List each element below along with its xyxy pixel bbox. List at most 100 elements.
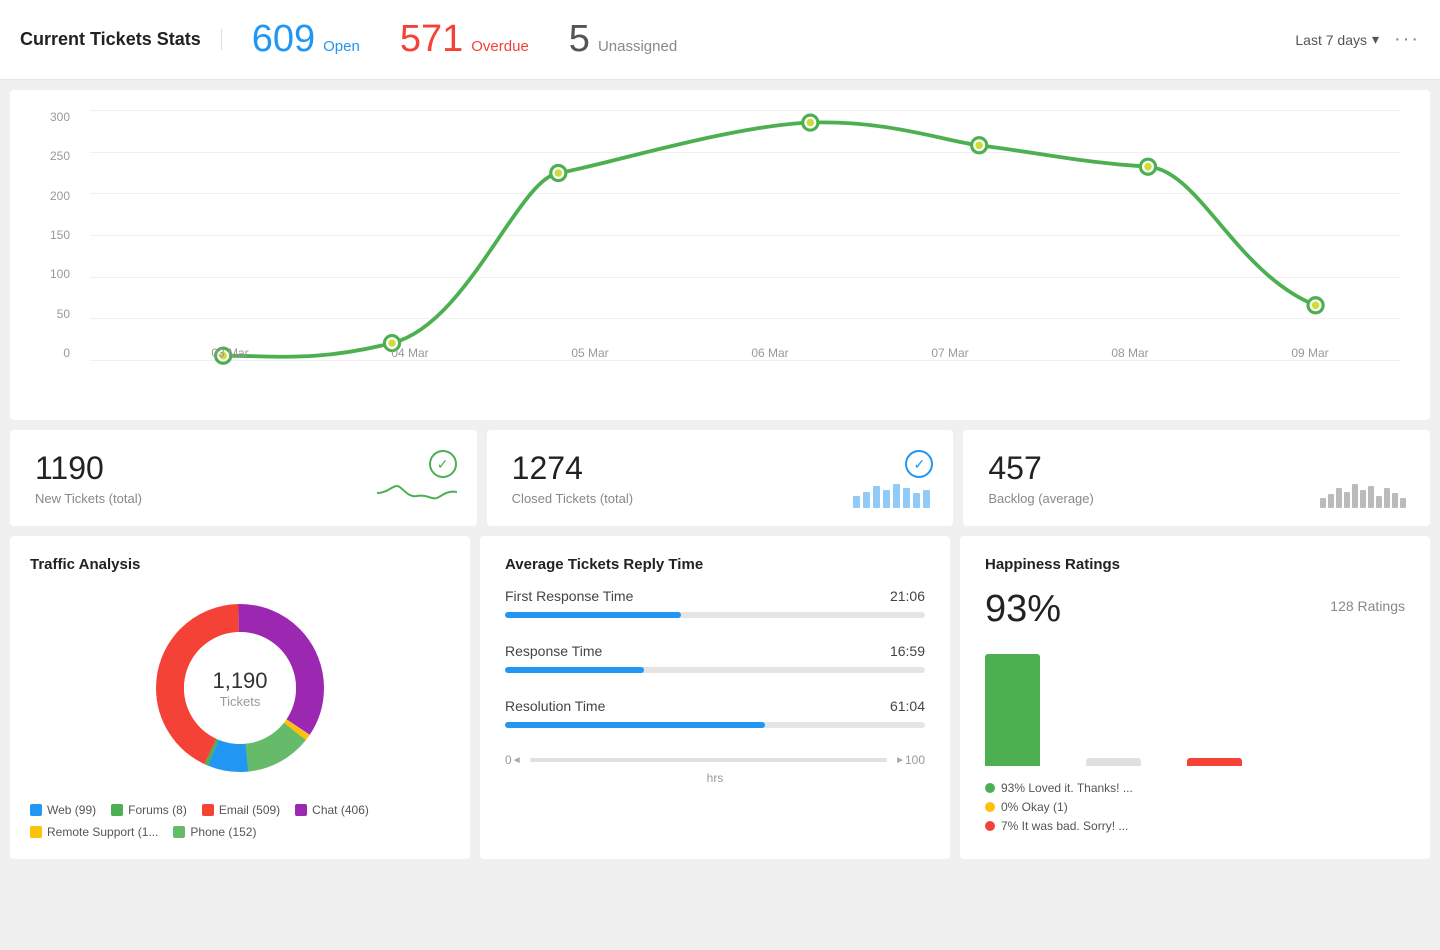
- legend-web: Web (99): [30, 803, 96, 817]
- happiness-legend: 93% Loved it. Thanks! ... 0% Okay (1) 7%…: [985, 781, 1405, 833]
- bars-container: [90, 110, 1400, 360]
- open-count: 609: [252, 18, 315, 61]
- resolution-time-value: 61:04: [890, 698, 925, 714]
- happiness-bars: [985, 646, 1405, 766]
- phone-label: Phone (152): [190, 825, 256, 839]
- x-label-07mar: 07 Mar: [931, 346, 968, 360]
- new-tickets-sparkline: [377, 478, 457, 511]
- x-label-06mar: 06 Mar: [751, 346, 788, 360]
- legend-phone: Phone (152): [173, 825, 256, 839]
- traffic-legend: Web (99) Forums (8) Email (509) Chat (40…: [30, 803, 450, 839]
- chat-label: Chat (406): [312, 803, 369, 817]
- overdue-stat: 571 Overdue: [400, 18, 529, 61]
- response-time-bar-fill: [505, 667, 644, 673]
- x-label-09mar: 09 Mar: [1291, 346, 1328, 360]
- scale-right-arrow-icon: ►: [895, 755, 905, 766]
- y-label-300: 300: [50, 110, 70, 124]
- unassigned-label: Unassigned: [598, 38, 677, 55]
- dashboard: Current Tickets Stats 609 Open 571 Overd…: [0, 0, 1440, 950]
- response-time-value: 16:59: [890, 643, 925, 659]
- first-response-bar-fill: [505, 612, 681, 618]
- happiness-percent: 93%: [985, 588, 1061, 631]
- traffic-title: Traffic Analysis: [30, 556, 450, 573]
- x-label-08mar: 08 Mar: [1111, 346, 1148, 360]
- resolution-time-row: Resolution Time 61:04: [505, 698, 925, 728]
- donut-container: 1,190 Tickets: [30, 588, 450, 788]
- happiness-header: 93% 128 Ratings: [985, 588, 1405, 631]
- x-label-04mar: 04 Mar: [391, 346, 428, 360]
- bad-dot: [985, 821, 995, 831]
- date-range-label: Last 7 days: [1295, 32, 1367, 48]
- response-time-header: Response Time 16:59: [505, 643, 925, 659]
- web-dot: [30, 804, 42, 816]
- y-label-0: 0: [63, 346, 70, 360]
- backlog-chart: [1320, 478, 1410, 511]
- overdue-count: 571: [400, 18, 463, 61]
- chart-area: 300 250 200 150 100 50 0: [40, 110, 1400, 390]
- response-time-bar-bg: [505, 667, 925, 673]
- header: Current Tickets Stats 609 Open 571 Overd…: [0, 0, 1440, 80]
- x-label-03mar: 03 Mar: [211, 346, 248, 360]
- open-label: Open: [323, 38, 360, 55]
- scale-max: 100: [905, 753, 925, 767]
- resolution-time-bar-fill: [505, 722, 765, 728]
- bad-label: 7% It was bad. Sorry! ...: [1001, 819, 1128, 833]
- bottom-row: Traffic Analysis: [10, 536, 1430, 859]
- page-title: Current Tickets Stats: [20, 29, 222, 50]
- y-label-100: 100: [50, 267, 70, 281]
- check-green-icon: ✓: [429, 450, 457, 478]
- first-response-header: First Response Time 21:06: [505, 588, 925, 604]
- okay-dot: [985, 802, 995, 812]
- y-label-200: 200: [50, 189, 70, 203]
- okay-label: 0% Okay (1): [1001, 800, 1068, 814]
- loved-dot: [985, 783, 995, 793]
- y-label-250: 250: [50, 149, 70, 163]
- closed-tickets-card: 1274 Closed Tickets (total) ✓: [487, 430, 954, 526]
- closed-tickets-icon: ✓: [905, 450, 933, 478]
- legend-loved: 93% Loved it. Thanks! ...: [985, 781, 1405, 795]
- first-response-bar-bg: [505, 612, 925, 618]
- x-label-05mar: 05 Mar: [571, 346, 608, 360]
- chart-y-labels: 300 250 200 150 100 50 0: [40, 110, 80, 360]
- new-tickets-card: 1190 New Tickets (total) ✓: [10, 430, 477, 526]
- overdue-label: Overdue: [471, 38, 529, 55]
- happiness-card: Happiness Ratings 93% 128 Ratings 93% Lo…: [960, 536, 1430, 859]
- main-chart-section: 300 250 200 150 100 50 0: [10, 90, 1430, 420]
- reply-time-card: Average Tickets Reply Time First Respons…: [480, 536, 950, 859]
- chart-x-labels: 03 Mar 04 Mar 05 Mar 06 Mar 07 Mar 08 Ma…: [140, 346, 1400, 360]
- resolution-time-bar-bg: [505, 722, 925, 728]
- check-blue-icon: ✓: [905, 450, 933, 478]
- header-right: Last 7 days ▾ ···: [1295, 28, 1420, 51]
- scale-track: [530, 758, 887, 762]
- stats-cards-row: 1190 New Tickets (total) ✓ 1274 Closed T…: [10, 430, 1430, 526]
- scale-left-arrow-icon: ◄: [512, 755, 522, 766]
- y-label-50: 50: [57, 307, 70, 321]
- happiness-bar-bad: [1187, 758, 1242, 766]
- donut-label: Tickets: [212, 694, 267, 709]
- more-options-button[interactable]: ···: [1394, 28, 1420, 51]
- open-stat: 609 Open: [252, 18, 360, 61]
- closed-tickets-chart: [853, 478, 933, 511]
- loved-label: 93% Loved it. Thanks! ...: [1001, 781, 1133, 795]
- legend-email: Email (509): [202, 803, 280, 817]
- backlog-card: 457 Backlog (average): [963, 430, 1430, 526]
- scale-unit: hrs: [505, 771, 925, 785]
- date-range-selector[interactable]: Last 7 days ▾: [1295, 31, 1379, 48]
- header-stats: 609 Open 571 Overdue 5 Unassigned: [252, 18, 1296, 61]
- legend-chat: Chat (406): [295, 803, 369, 817]
- first-response-label: First Response Time: [505, 588, 633, 604]
- legend-bad: 7% It was bad. Sorry! ...: [985, 819, 1405, 833]
- first-response-value: 21:06: [890, 588, 925, 604]
- legend-okay: 0% Okay (1): [985, 800, 1405, 814]
- remote-label: Remote Support (1...: [47, 825, 158, 839]
- legend-forums: Forums (8): [111, 803, 187, 817]
- donut-total: 1,190: [212, 668, 267, 694]
- resolution-time-label: Resolution Time: [505, 698, 605, 714]
- reply-time-title: Average Tickets Reply Time: [505, 556, 925, 573]
- response-time-label: Response Time: [505, 643, 602, 659]
- happiness-title: Happiness Ratings: [985, 556, 1405, 573]
- legend-remote: Remote Support (1...: [30, 825, 158, 839]
- ratings-count: 128 Ratings: [1330, 598, 1405, 614]
- email-dot: [202, 804, 214, 816]
- forums-dot: [111, 804, 123, 816]
